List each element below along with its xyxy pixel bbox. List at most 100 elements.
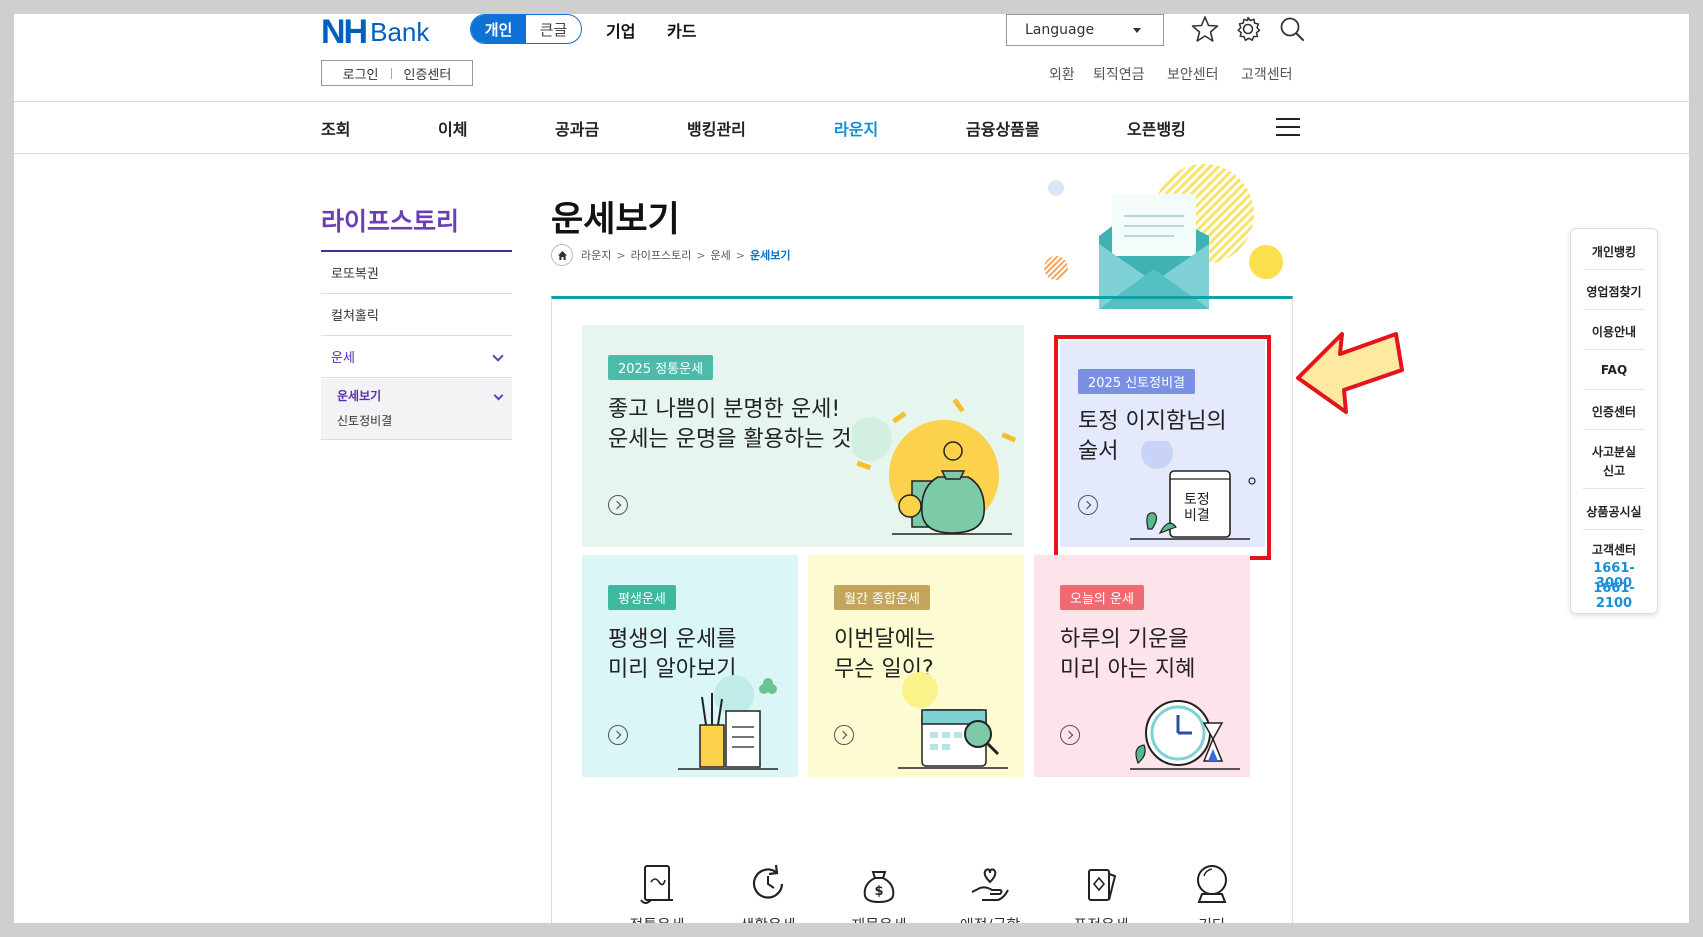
arrow-right-icon[interactable] <box>834 725 854 745</box>
card-line: 이번달에는 <box>834 627 936 652</box>
breadcrumb-current: 운세보기 <box>750 249 791 262</box>
util-link-security[interactable]: 보안센터 <box>1167 64 1219 84</box>
svg-text:$: $ <box>874 884 883 899</box>
crystal-ball-icon <box>1197 865 1227 903</box>
clock-illustration <box>1130 700 1240 770</box>
language-select[interactable]: Language <box>1006 14 1164 46</box>
category-fusion[interactable]: 퓨전운세 <box>1056 862 1146 923</box>
card-line: 미리 아는 지혜 <box>1060 657 1196 682</box>
mode-large-text[interactable]: 큰글 <box>526 15 581 43</box>
mode-toggle[interactable]: 개인 큰글 <box>470 14 582 44</box>
quick-faq[interactable]: FAQ <box>1583 363 1645 377</box>
scroll-icon <box>640 865 673 904</box>
quick-product-notice[interactable]: 상품공시실 <box>1583 503 1645 520</box>
quick-customer-center[interactable]: 고객센터 <box>1583 541 1645 558</box>
divider <box>1583 349 1645 350</box>
login-cert-box: 로그인 인증센터 <box>321 60 473 86</box>
language-label: Language <box>1025 22 1095 38</box>
divider <box>1583 429 1645 430</box>
refresh-clock-icon <box>752 864 784 899</box>
card-badge: 오늘의 운세 <box>1060 585 1144 610</box>
nh-bank-logo[interactable]: NH Bank <box>321 14 430 51</box>
lnb-item-fortune[interactable]: 운세 <box>321 336 512 378</box>
lnb-item-label: 운세 <box>331 351 355 366</box>
card-badge: 2025 정통운세 <box>608 355 714 380</box>
gnb-utility-bills[interactable]: 공과금 <box>555 116 599 140</box>
quick-guide[interactable]: 이용안내 <box>1583 323 1645 340</box>
divider <box>1583 488 1645 489</box>
gnb-product-mall[interactable]: 금융상품몰 <box>966 116 1040 140</box>
category-etc[interactable]: 기타 <box>1167 862 1257 923</box>
divider <box>14 101 1689 102</box>
money-bag-icon: $ <box>863 871 895 904</box>
breadcrumb-item[interactable]: 라이프스토리 <box>631 247 692 263</box>
util-link-exchange[interactable]: 외환 <box>1049 64 1075 84</box>
card-badge: 월간 종합운세 <box>834 585 930 610</box>
util-link-customer[interactable]: 고객센터 <box>1241 64 1293 84</box>
quick-phone-2[interactable]: 1661-2100 <box>1583 581 1645 611</box>
logo-nh: NH <box>321 14 368 51</box>
breadcrumb: 라운지 > 라이프스토리 > 운세 > 운세보기 <box>551 244 791 266</box>
logo-bank: Bank <box>370 16 430 47</box>
breadcrumb-item[interactable]: 라운지 <box>581 247 611 263</box>
lnb-sub-fortune-view[interactable]: 운세보기 <box>337 387 512 404</box>
category-label: 정통운세 <box>612 914 702 923</box>
gnb-banking-manage[interactable]: 뱅킹관리 <box>687 116 746 140</box>
arrow-right-icon[interactable] <box>608 495 628 515</box>
heart-hand-icon <box>971 868 1009 901</box>
document-pencil-illustration <box>678 675 778 770</box>
lnb-submenu: 운세보기 신토정비결 <box>321 379 512 440</box>
category-life[interactable]: 생활운세 <box>723 862 813 923</box>
divider <box>1583 309 1645 310</box>
gear-icon[interactable] <box>1234 15 1262 43</box>
money-bag-illustration <box>852 398 1017 535</box>
cert-center-link[interactable]: 인증센터 <box>404 64 452 83</box>
gnb-open-banking[interactable]: 오픈뱅킹 <box>1127 116 1186 140</box>
top-link-card[interactable]: 카드 <box>667 18 696 42</box>
cards-icon <box>1088 869 1117 901</box>
category-label: 재물운세 <box>834 914 924 923</box>
top-link-business[interactable]: 기업 <box>606 18 635 42</box>
card-badge: 평생운세 <box>608 585 676 610</box>
gnb-transfer[interactable]: 이체 <box>438 116 467 140</box>
search-icon[interactable] <box>1278 15 1306 43</box>
lnb-item-lotto[interactable]: 로또복권 <box>321 252 512 294</box>
lnb-item-culture[interactable]: 컬쳐홀릭 <box>321 294 512 336</box>
lnb-item-label: 로또복권 <box>331 267 379 282</box>
page: NH Bank 개인 큰글 기업 카드 Language 로그인 인증센터 외환… <box>14 14 1689 923</box>
quick-branch-finder[interactable]: 영업점찾기 <box>1583 283 1645 300</box>
category-wealth[interactable]: $ 재물운세 <box>834 862 924 923</box>
mode-personal[interactable]: 개인 <box>471 15 526 43</box>
card-line: 운세는 운명을 활용하는 것 <box>608 427 852 452</box>
category-label: 애정/궁합 <box>945 914 1035 923</box>
highlight-box <box>1054 335 1271 560</box>
arrow-right-icon[interactable] <box>1060 725 1080 745</box>
category-label: 생활운세 <box>723 914 813 923</box>
menu-icon[interactable] <box>1276 118 1300 136</box>
star-icon[interactable] <box>1191 15 1219 43</box>
quick-cert-center[interactable]: 인증센터 <box>1583 403 1645 420</box>
envelope-illustration <box>1044 164 1283 309</box>
gnb-lounge[interactable]: 라운지 <box>834 116 878 140</box>
home-icon[interactable] <box>551 244 573 266</box>
login-link[interactable]: 로그인 <box>343 64 379 83</box>
fortune-card-lifetime[interactable]: 평생운세 평생의 운세를 미리 알아보기 <box>582 555 798 777</box>
category-label: 퓨전운세 <box>1056 914 1146 923</box>
lnb-sub-tojeong[interactable]: 신토정비결 <box>337 412 512 429</box>
quick-personal-banking[interactable]: 개인뱅킹 <box>1583 243 1645 260</box>
category-traditional[interactable]: 정통운세 <box>612 862 702 923</box>
category-label: 기타 <box>1167 914 1257 923</box>
fortune-card-monthly[interactable]: 월간 종합운세 이번달에는 무슨 일이? <box>808 555 1024 777</box>
arrow-right-icon[interactable] <box>608 725 628 745</box>
quick-loss-report[interactable]: 사고분실 <box>1583 443 1645 460</box>
category-love[interactable]: 애정/궁합 <box>945 862 1035 923</box>
breadcrumb-item[interactable]: 운세 <box>711 247 731 263</box>
quick-loss-report-line2[interactable]: 신고 <box>1583 462 1645 479</box>
chevron-down-icon <box>492 350 504 362</box>
gnb-inquiry[interactable]: 조회 <box>321 116 350 140</box>
quick-menu: 개인뱅킹 영업점찾기 이용안내 FAQ 인증센터 사고분실 신고 상품공시실 고… <box>1570 228 1658 614</box>
fortune-card-traditional[interactable]: 2025 정통운세 좋고 나쁨이 분명한 운세! 운세는 운명을 활용하는 것 <box>582 325 1024 547</box>
util-link-pension[interactable]: 퇴직연금 <box>1093 64 1145 84</box>
fortune-card-today[interactable]: 오늘의 운세 하루의 기운을 미리 아는 지혜 <box>1034 555 1250 777</box>
divider <box>1583 269 1645 270</box>
